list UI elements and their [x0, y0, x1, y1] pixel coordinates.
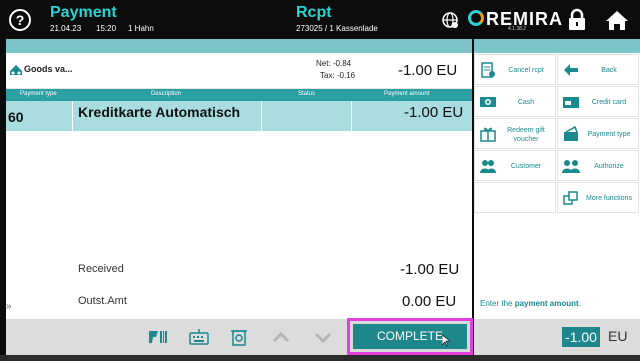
currency-label: EU [608, 328, 628, 344]
header-user: 1 Hahn [128, 24, 154, 33]
tax-value: Tax: -0.16 [320, 71, 356, 80]
top-bar: ? Payment 21.04.23 15:20 1 Hahn Rcpt 273… [0, 0, 640, 39]
received-label: Received [78, 263, 124, 275]
trash-icon [231, 330, 247, 346]
more-functions-button[interactable]: More functions [557, 182, 639, 213]
received-amount: -1.00 EU [400, 261, 460, 278]
cancel-receipt-icon [479, 62, 497, 78]
cancel-receipt-button[interactable]: Cancel rcpt [474, 54, 556, 85]
payment-type-icon [562, 125, 580, 142]
header-time: 15:20 [96, 24, 117, 33]
outstanding-label: Outst.Amt [78, 295, 127, 307]
remira-logo: REMIRA 4.1.38.2 [468, 6, 562, 34]
panel-header-strip [6, 39, 472, 53]
amount-entry-bar: -1.00 EU [474, 319, 640, 355]
page-title: Payment [50, 4, 117, 21]
payment-amount-input[interactable]: -1.00 [562, 327, 600, 347]
back-arrow-icon [562, 62, 580, 78]
cash-button[interactable]: Cash [474, 86, 556, 117]
outstanding-amount: 0.00 EU [402, 293, 457, 310]
lock-button[interactable] [566, 8, 588, 32]
scroll-down-button[interactable] [312, 327, 334, 347]
lock-icon [569, 8, 585, 30]
authorize-icon [562, 158, 580, 174]
goods-label: Goods va... [24, 64, 73, 74]
redeem-gift-voucher-button[interactable]: Redeem gift voucher [474, 118, 556, 149]
more-functions-label: More functions [586, 195, 632, 202]
cancel-receipt-label: Cancel rcpt [508, 67, 544, 74]
more-functions-icon [562, 190, 580, 206]
function-panel: Cancel rcpt Back Cash Credit card Redeem… [474, 39, 640, 355]
help-button[interactable]: ? [6, 6, 34, 34]
logo-ring-icon [468, 10, 484, 26]
logo-version: 4.1.38.2 [508, 26, 527, 32]
mouse-cursor-icon [441, 334, 451, 350]
goods-value-row: Goods va... Net: -0.84 Tax: -0.16 -1.00 … [6, 53, 472, 89]
customer-icon [479, 158, 497, 174]
scroll-up-button[interactable] [270, 327, 292, 347]
language-button[interactable] [440, 10, 460, 30]
keyboard-icon [189, 329, 209, 345]
credit-card-icon [562, 94, 580, 110]
cell-divider [261, 101, 262, 131]
chevron-up-icon [272, 331, 290, 343]
net-value: Net: -0.84 [316, 59, 352, 68]
column-description: Description [151, 91, 182, 97]
keyboard-button[interactable] [188, 327, 210, 347]
receipt-panel: Goods va... Net: -0.84 Tax: -0.16 -1.00 … [6, 39, 473, 355]
row-payment-type: 60 [8, 109, 24, 125]
authorize-label: Authorize [594, 163, 624, 170]
cell-divider [72, 101, 73, 131]
payment-type-button[interactable]: Payment type [557, 118, 639, 149]
receipt-title: Rcpt [296, 4, 332, 21]
expand-chevron-icon[interactable]: » [6, 301, 12, 312]
column-payment-type: Payment type [20, 91, 57, 97]
function-header-strip [474, 39, 640, 53]
bottom-strip [0, 355, 640, 361]
authorize-button[interactable]: Authorize [557, 150, 639, 181]
delete-button[interactable] [228, 327, 250, 347]
cash-icon [479, 94, 497, 110]
customer-button[interactable]: Customer [474, 150, 556, 181]
globe-icon [442, 12, 458, 28]
payment-type-label: Payment type [587, 131, 631, 138]
credit-card-label: Credit card [591, 99, 627, 106]
receipt-number: 273025 / 1 Kassenlade [296, 24, 378, 33]
chevron-down-icon [314, 332, 332, 344]
empty-function-slot [474, 182, 556, 213]
complete-highlight: COMPLETE [347, 318, 473, 355]
credit-card-button[interactable]: Credit card [557, 86, 639, 117]
prompt-suffix: . [578, 299, 581, 308]
payment-table-header: Payment type Description Status Payment … [6, 89, 472, 101]
row-amount: -1.00 EU [404, 104, 464, 121]
prompt-prefix: Enter the [480, 299, 515, 308]
scanner-icon [149, 331, 167, 343]
header-date: 21.04.23 [50, 24, 82, 33]
table-row[interactable]: 60 Kreditkarte Automatisch -1.00 EU [6, 101, 472, 131]
column-status: Status [298, 91, 316, 97]
column-payment-amount: Payment amount [384, 91, 430, 97]
back-label: Back [601, 67, 617, 74]
scanner-button[interactable] [146, 327, 168, 347]
goods-icon [8, 61, 24, 77]
redeem-gift-voucher-label: Redeem gift voucher [507, 126, 545, 143]
cell-divider [351, 101, 352, 131]
customer-label: Customer [510, 163, 542, 170]
home-button[interactable] [604, 8, 630, 32]
cash-label: Cash [517, 99, 535, 106]
help-icon: ? [9, 9, 31, 31]
gift-icon [479, 126, 497, 142]
home-icon [606, 11, 628, 30]
back-button[interactable]: Back [557, 54, 639, 85]
goods-amount: -1.00 EU [398, 62, 458, 79]
prompt-bold: payment amount [514, 299, 579, 308]
payment-prompt: Enter the payment amount. [480, 299, 581, 308]
row-description: Kreditkarte Automatisch [78, 104, 241, 120]
